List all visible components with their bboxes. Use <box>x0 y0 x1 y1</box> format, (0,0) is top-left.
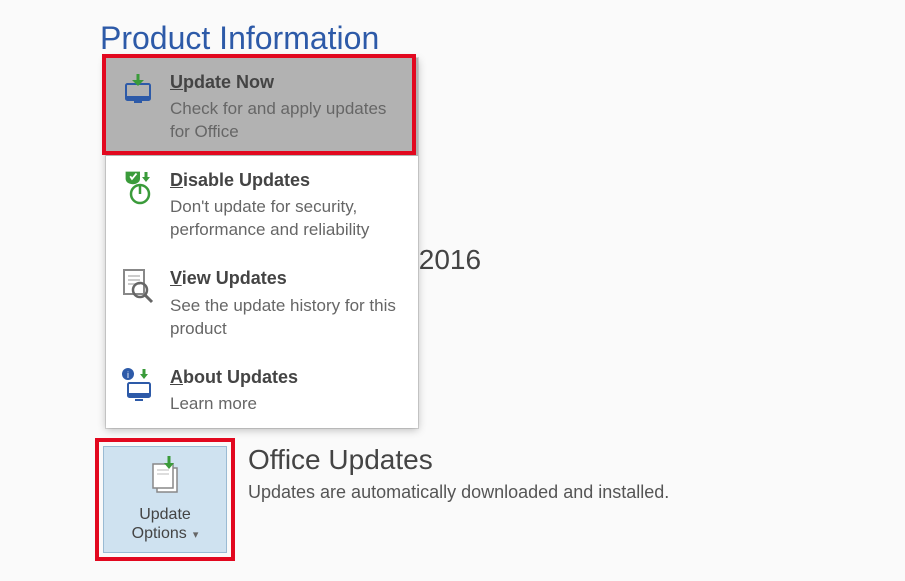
menu-item-title: Disable Updates <box>170 168 404 192</box>
menu-item-desc: Don't update for security, performance a… <box>170 196 404 242</box>
svg-text:i: i <box>127 370 129 380</box>
menu-item-title: View Updates <box>170 266 404 290</box>
update-now-icon <box>118 70 158 110</box>
page-title: Product Information <box>100 20 379 57</box>
menu-item-desc: See the update history for this product <box>170 295 404 341</box>
menu-item-title: Update Now <box>170 70 404 94</box>
menu-item-update-now[interactable]: Update Now Check for and apply updates f… <box>106 58 418 156</box>
office-updates-section: Office Updates Updates are automatically… <box>248 444 669 503</box>
chevron-down-icon: ▾ <box>190 529 199 541</box>
update-options-icon <box>145 456 185 499</box>
menu-item-desc: Learn more <box>170 393 404 416</box>
menu-item-title: About Updates <box>170 365 404 389</box>
menu-item-disable-updates[interactable]: Disable Updates Don't update for securit… <box>106 156 418 254</box>
about-updates-icon: i <box>118 365 158 405</box>
office-updates-subtitle: Updates are automatically downloaded and… <box>248 482 669 503</box>
update-options-menu: Update Now Check for and apply updates f… <box>106 58 418 428</box>
update-options-label: Update Options ▾ <box>132 505 199 543</box>
menu-item-desc: Check for and apply updates for Office <box>170 98 404 144</box>
menu-item-view-updates[interactable]: View Updates See the update history for … <box>106 254 418 352</box>
update-options-button[interactable]: Update Options ▾ <box>103 446 227 553</box>
view-updates-icon <box>118 266 158 306</box>
disable-updates-icon <box>118 168 158 208</box>
menu-item-about-updates[interactable]: i About Updates Learn more <box>106 353 418 428</box>
office-updates-title: Office Updates <box>248 444 669 476</box>
